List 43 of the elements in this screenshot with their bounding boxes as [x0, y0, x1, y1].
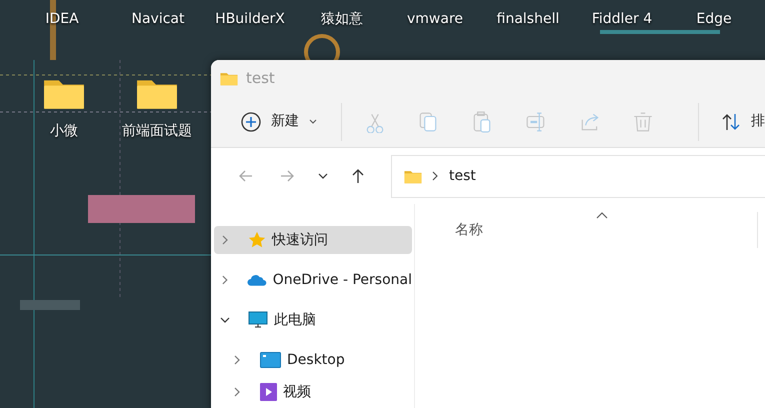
sidebar-item[interactable]: 此电脑: [214, 306, 412, 334]
folder-label[interactable]: 前端面试题: [122, 121, 192, 142]
collapse-chevron-icon[interactable]: [220, 275, 230, 285]
clipboard-icon: [471, 110, 494, 133]
column-header[interactable]: 名称: [415, 212, 758, 248]
star-icon: [248, 231, 266, 249]
rename-icon: [524, 110, 547, 133]
video-icon: [260, 383, 277, 401]
path-segment[interactable]: test: [449, 166, 476, 187]
address-bar[interactable]: test: [391, 154, 765, 198]
shortcut-label[interactable]: finalshell: [496, 9, 560, 30]
sidebar-item[interactable]: OneDrive - Personal: [214, 266, 412, 294]
shortcut-label[interactable]: Fiddler 4: [592, 9, 652, 30]
caret-icon: [309, 118, 317, 125]
cloud-icon: [247, 273, 267, 287]
shortcut-label[interactable]: 猿如意: [321, 9, 363, 30]
sidebar-item[interactable]: 视频: [214, 378, 412, 406]
sort-button[interactable]: 排: [715, 107, 765, 136]
copy-icon: [417, 110, 440, 133]
shortcut-label[interactable]: IDEA: [45, 9, 79, 30]
folder-label[interactable]: 小微: [50, 121, 78, 142]
folder-icon: [220, 71, 238, 86]
shortcut-label[interactable]: HBuilderX: [215, 9, 285, 30]
collapse-chevron-icon[interactable]: [220, 235, 230, 245]
collapse-chevron-icon[interactable]: [232, 355, 242, 365]
shortcut-label[interactable]: Edge: [696, 9, 732, 30]
plus-icon: [241, 112, 261, 132]
desktop-icon: [260, 352, 281, 368]
expand-chevron-icon[interactable]: [220, 315, 230, 325]
sort-caret-icon: [596, 211, 608, 219]
caret-icon: [318, 173, 328, 180]
sort-icon: [721, 112, 741, 132]
collapse-chevron-icon[interactable]: [232, 387, 242, 397]
monitor-icon: [248, 311, 268, 329]
chevron-icon: [432, 171, 439, 182]
sidebar-item[interactable]: Desktop: [214, 346, 412, 374]
shortcut-label[interactable]: vmware: [407, 9, 463, 30]
window-title: test: [246, 68, 275, 89]
trash-icon: [632, 110, 654, 133]
sidebar-item[interactable]: 快速访问: [214, 226, 412, 254]
shortcut-label[interactable]: Navicat: [132, 9, 184, 30]
new-button[interactable]: 新建: [235, 107, 323, 136]
folder-icon: [404, 168, 422, 184]
